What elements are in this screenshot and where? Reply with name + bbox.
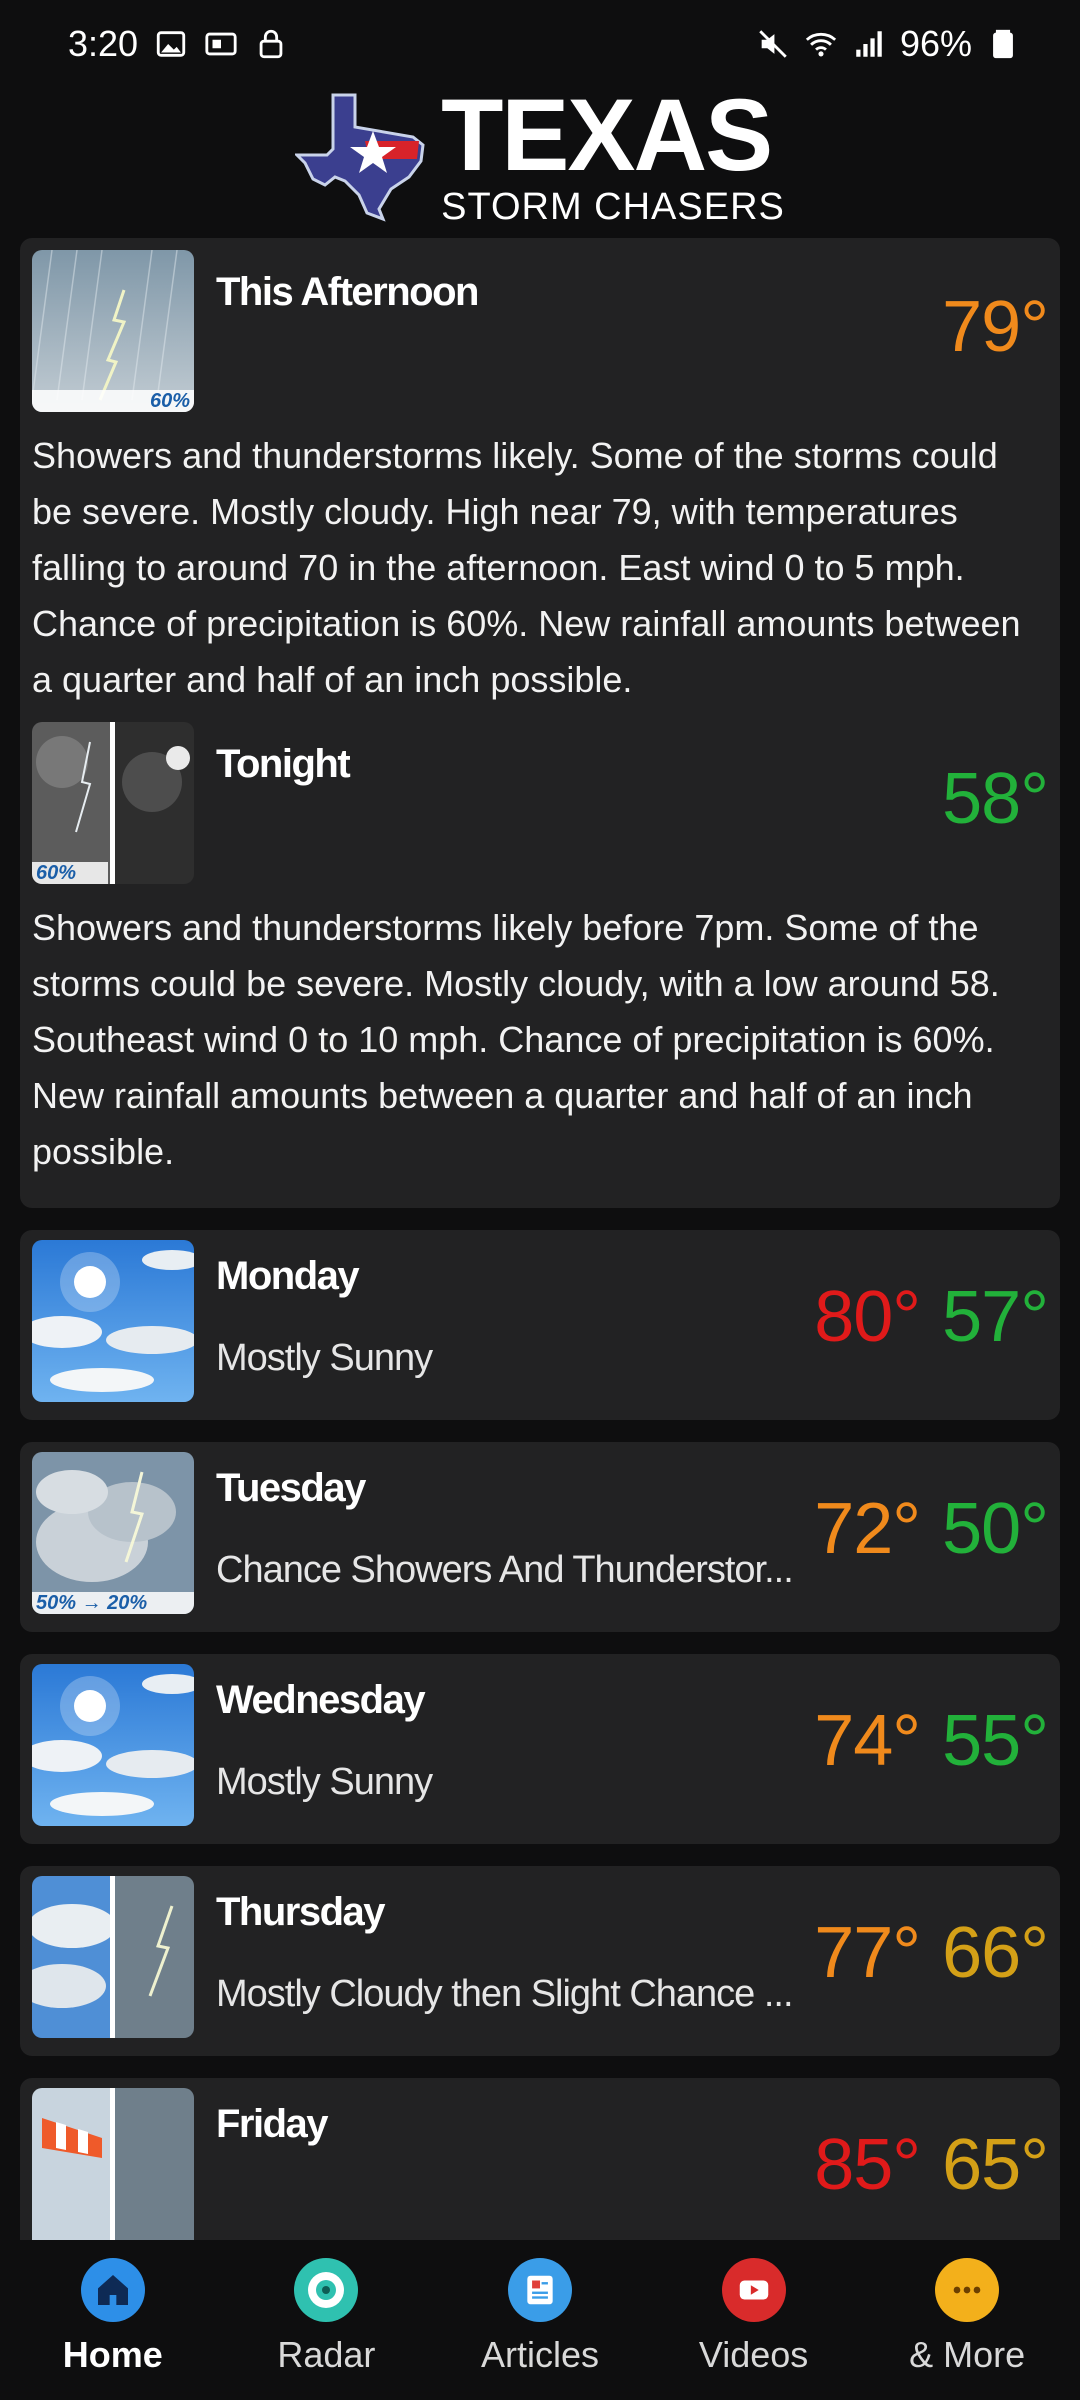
- high-temp: 74°: [814, 1701, 921, 1781]
- logo-subtitle: STORM CHASERS: [441, 186, 785, 228]
- period-tonight[interactable]: 60% Tonight 58°: [32, 722, 1049, 886]
- day-card-thursday[interactable]: Thursday Mostly Cloudy then Slight Chanc…: [20, 1866, 1060, 2056]
- home-icon: [80, 2258, 145, 2322]
- high-temp: 77°: [814, 1913, 921, 1993]
- forecast-list[interactable]: 60% This Afternoon 79° Showers and thund…: [20, 238, 1060, 2290]
- detailed-forecast-card[interactable]: 60% This Afternoon 79° Showers and thund…: [20, 238, 1060, 1208]
- texas-star-icon: [295, 93, 425, 222]
- nav-label: Articles: [480, 2334, 599, 2375]
- high-temp: 80°: [814, 1277, 921, 1357]
- nav-videos[interactable]: Videos: [654, 2258, 854, 2400]
- period-this-afternoon[interactable]: 60% This Afternoon 79°: [32, 250, 1049, 414]
- image-icon: [156, 31, 186, 57]
- logo-title: TEXAS: [441, 78, 773, 192]
- nav-label: Videos: [698, 2334, 809, 2375]
- night-storm-icon: 60%: [32, 722, 194, 884]
- status-bar: 3:20 96%: [0, 0, 1080, 88]
- day-card-wednesday[interactable]: Wednesday Mostly Sunny 74° 55°: [20, 1654, 1060, 1844]
- period-temp: 58°: [942, 759, 1049, 839]
- day-short-forecast: Mostly Sunny: [216, 1761, 433, 1803]
- nav-more[interactable]: & More: [867, 2258, 1067, 2400]
- low-temp: 55°: [942, 1701, 1049, 1781]
- mute-icon: [759, 30, 787, 58]
- low-temp: 65°: [942, 2125, 1049, 2205]
- video-icon: [721, 2258, 786, 2322]
- more-icon: [935, 2258, 1000, 2322]
- day-short-forecast: Mostly Cloudy then Slight Chance ...: [216, 1973, 794, 2015]
- day-name: Monday: [216, 1254, 360, 1298]
- battery-icon: [993, 29, 1013, 59]
- period-description: Showers and thunderstorms likely. Some o…: [32, 435, 1021, 700]
- battery-percent: 96%: [899, 23, 972, 64]
- signal-icon: [856, 31, 882, 57]
- day-short-forecast: Mostly Sunny: [216, 1337, 433, 1379]
- nav-home[interactable]: Home: [13, 2258, 213, 2400]
- nav-articles[interactable]: Articles: [440, 2258, 640, 2400]
- day-name: Wednesday: [216, 1678, 426, 1722]
- windy-storm-icon: [32, 2088, 194, 2250]
- nav-label: Radar: [277, 2334, 376, 2375]
- radar-icon: [294, 2258, 359, 2322]
- pop-label: 60%: [32, 862, 108, 884]
- sunny-clouds-icon: [32, 1664, 194, 1826]
- period-name: This Afternoon: [216, 270, 479, 314]
- sunny-clouds-icon: [32, 1240, 194, 1402]
- articles-icon: [507, 2258, 572, 2322]
- period-name: Tonight: [216, 742, 351, 786]
- period-temp: 79°: [942, 287, 1049, 367]
- lock-icon: [259, 29, 283, 59]
- status-time: 3:20: [68, 23, 139, 64]
- day-name: Tuesday: [216, 1466, 366, 1510]
- cast-icon: [205, 32, 237, 56]
- nav-radar[interactable]: Radar: [226, 2258, 426, 2400]
- app-header: TEXAS STORM CHASERS: [0, 80, 1080, 230]
- low-temp: 57°: [942, 1277, 1049, 1357]
- nav-label: & More: [909, 2334, 1026, 2375]
- high-temp: 72°: [814, 1489, 921, 1569]
- bottom-navigation: Home Radar Articles Videos & More: [0, 2240, 1080, 2400]
- nav-label: Home: [62, 2334, 163, 2375]
- day-name: Thursday: [216, 1890, 386, 1934]
- thunderstorm-icon: 50% → 20%: [32, 1452, 194, 1614]
- pop-label: 50% → 20%: [32, 1592, 194, 1614]
- low-temp: 66°: [942, 1913, 1049, 1993]
- high-temp: 85°: [814, 2125, 921, 2205]
- day-name: Friday: [216, 2102, 329, 2146]
- low-temp: 50°: [942, 1489, 1049, 1569]
- wifi-icon: [805, 32, 837, 57]
- day-card-monday[interactable]: Monday Mostly Sunny 80° 57°: [20, 1230, 1060, 1420]
- thunderstorm-icon: 60%: [32, 250, 194, 412]
- pop-label: 60%: [32, 390, 194, 412]
- period-description: Showers and thunderstorms likely before …: [32, 907, 1000, 1172]
- texas-storm-chasers-logo: TEXAS STORM CHASERS: [295, 84, 785, 226]
- cloudy-storm-icon: [32, 1876, 194, 2038]
- day-card-tuesday[interactable]: 50% → 20% Tuesday Chance Showers And Thu…: [20, 1442, 1060, 1632]
- day-short-forecast: Chance Showers And Thunderstor...: [216, 1549, 794, 1591]
